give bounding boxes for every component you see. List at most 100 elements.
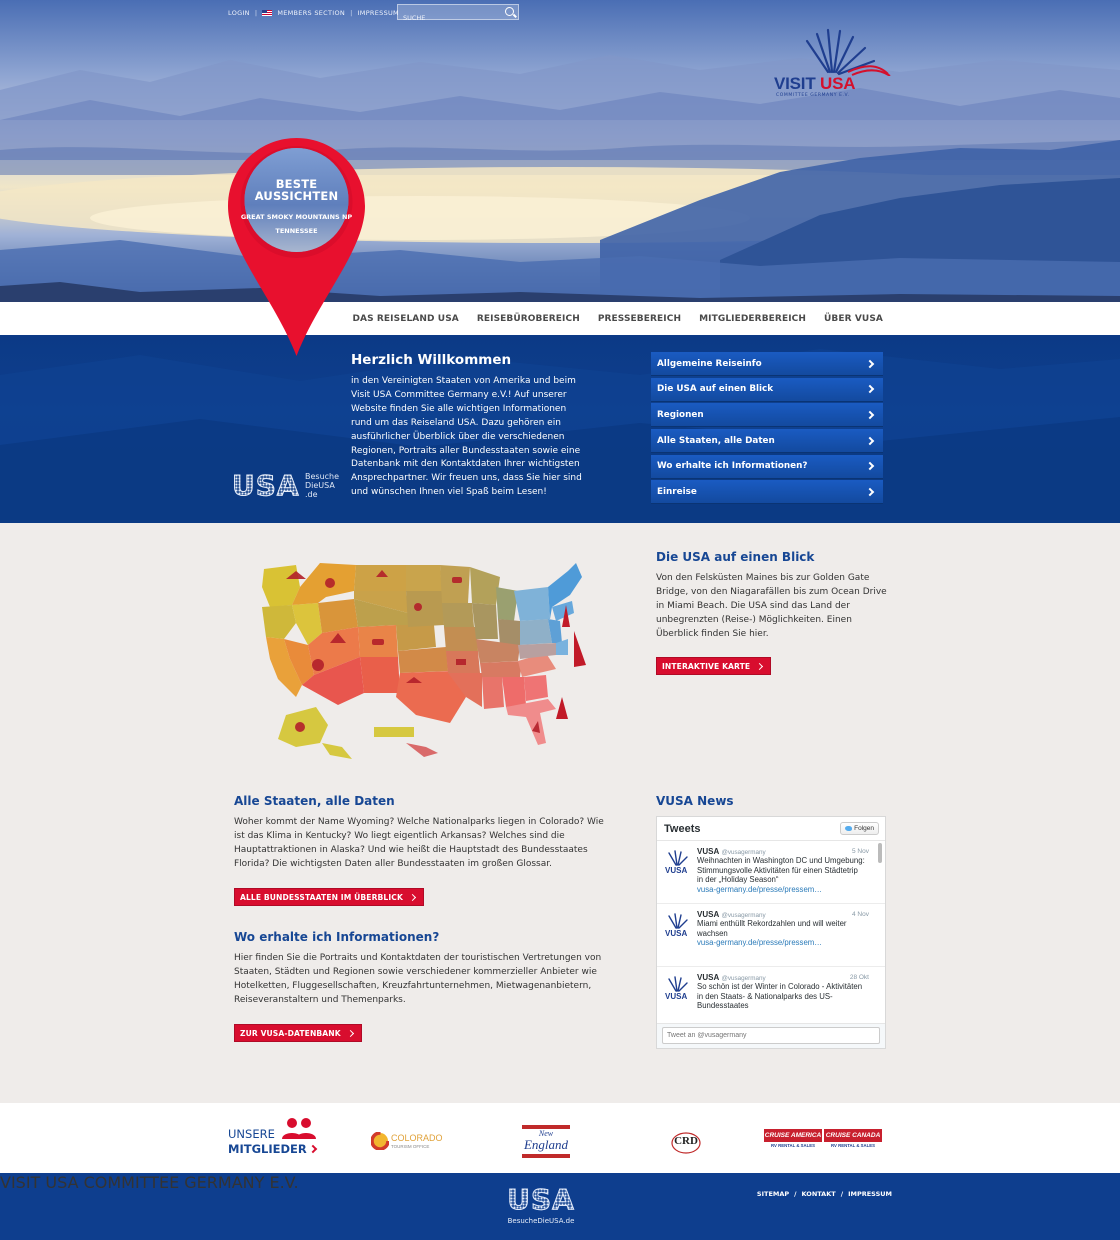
svg-text:VUSA: VUSA xyxy=(665,866,687,875)
main-navigation: DAS REISELAND USA REISEBÜROBEREICH PRESSEB… xyxy=(0,302,1120,335)
nav-item-3[interactable]: MITGLIEDERBEREICH xyxy=(699,314,806,324)
welcome-text: in den Vereinigten Staaten von Amerika u… xyxy=(351,376,582,498)
logo-subtitle: COMMITTEE GERMANY E.V. xyxy=(776,93,850,98)
side-menu: Allgemeine Reiseinfo Die USA auf einen Bl… xyxy=(651,352,883,506)
tweet-date: 4 Nov xyxy=(852,911,869,918)
impressum-top-link[interactable]: IMPRESSUM xyxy=(358,9,399,17)
tweet-item[interactable]: VUSA VUSA @vusagermany 28 Okt So schön ist … xyxy=(657,967,885,1030)
chevron-right-icon xyxy=(865,410,875,420)
tweet-author: VUSA @vusagermany xyxy=(697,910,766,919)
nav-item-2[interactable]: PRESSEBEREICH xyxy=(598,314,681,324)
vusa-avatar-icon: VUSA xyxy=(663,975,691,1001)
crd-logo[interactable]: CRD xyxy=(671,1130,701,1156)
people-icon xyxy=(282,1118,316,1139)
svg-text:VUSA: VUSA xyxy=(665,992,687,1001)
visit-usa-logo[interactable]: VISIT USA COMMITTEE GERMANY E.V. xyxy=(770,28,894,100)
twitter-bird-icon xyxy=(845,826,853,831)
separator: | xyxy=(350,9,353,17)
mountain-landscape-image xyxy=(0,0,1120,302)
svg-text:VUSA: VUSA xyxy=(665,929,687,938)
side-menu-item-label: Die USA auf einen Blick xyxy=(657,384,774,395)
chevron-right-icon xyxy=(308,1144,317,1154)
side-menu-item-4[interactable]: Wo erhalte ich Informationen? xyxy=(651,454,883,479)
news-title: VUSA News xyxy=(656,794,734,808)
chevron-right-icon xyxy=(865,384,875,394)
side-menu-item-0[interactable]: Allgemeine Reiseinfo xyxy=(651,352,883,376)
info-title: Wo erhalte ich Informationen? xyxy=(234,930,440,944)
info-text: Hier finden Sie die Portraits und Kontak… xyxy=(234,953,602,1005)
overview-text: Von den Felsküsten Maines bis zur Golden… xyxy=(656,573,887,639)
footer-link-kontakt[interactable]: KONTAKT xyxy=(802,1190,836,1198)
follow-button[interactable]: Folgen xyxy=(840,822,879,835)
footer-link-impressum[interactable]: IMPRESSUM xyxy=(848,1190,892,1198)
welcome-title: Herzlich Willkommen xyxy=(351,352,512,368)
nav-item-0[interactable]: DAS REISELAND USA xyxy=(352,314,458,324)
search-icon[interactable] xyxy=(505,7,514,16)
tweet-item[interactable]: VUSA VUSA @vusagermany 4 Nov Miami enthüllt… xyxy=(657,904,885,967)
side-menu-item-1[interactable]: Die USA auf einen Blick xyxy=(651,377,883,402)
tweet-list[interactable]: VUSA VUSA @vusagermany 5 Nov Weihnachten in… xyxy=(657,841,885,1030)
discover-new-england-logo[interactable]: New England xyxy=(522,1125,570,1158)
tweet-body: So schön ist der Winter in Colorado - Ak… xyxy=(697,982,863,1010)
all-states-button[interactable]: ALLE BUNDESSTAATEN IM ÜBERBLICK xyxy=(234,888,424,906)
side-menu-item-5[interactable]: Einreise xyxy=(651,480,883,505)
location-pin-icon xyxy=(228,138,365,356)
chevron-right-icon xyxy=(756,662,764,670)
chevron-right-icon xyxy=(865,436,875,445)
states-text: Woher kommt der Name Wyoming? Welche Nat… xyxy=(234,817,604,869)
tweet-item[interactable]: VUSA VUSA @vusagermany 5 Nov Weihnachten in… xyxy=(657,841,885,904)
hero-banner: LOGIN | MEMBERS SECTION | IMPRESSUM VISI… xyxy=(0,0,1120,302)
tweet-link[interactable]: vusa-germany.de/presse/pressem… xyxy=(697,885,875,895)
search-input[interactable] xyxy=(398,11,498,25)
footer-besuche-die-usa-logo[interactable]: USA BesucheDieUSA.de xyxy=(501,1184,581,1231)
tweet-author: VUSA @vusagermany xyxy=(697,847,766,856)
tweet-compose-input[interactable] xyxy=(662,1027,880,1044)
chevron-right-icon xyxy=(346,1029,354,1037)
tweet-link[interactable]: vusa-germany.de/presse/pressem… xyxy=(697,938,875,948)
vusa-avatar-icon: VUSA xyxy=(663,849,691,875)
search-box xyxy=(397,4,519,25)
footer-links: SITEMAP / KONTAKT / IMPRESSUM xyxy=(757,1190,892,1198)
vusa-avatar-icon: VUSA xyxy=(663,912,691,938)
side-menu-item-label: Regionen xyxy=(657,409,704,420)
interactive-map-button[interactable]: INTERAKTIVE KARTE xyxy=(656,657,772,675)
twitter-widget: Tweets Folgen VUSA VUSA @vusagermany 5 Nov… xyxy=(656,816,886,1049)
side-menu-item-label: Allgemeine Reiseinfo xyxy=(657,358,762,369)
separator: / xyxy=(794,1190,797,1198)
separator: / xyxy=(840,1190,844,1198)
chevron-right-icon xyxy=(408,893,416,901)
footer-org-name: VISIT USA COMMITTEE GERMANY E.V. xyxy=(0,1173,299,1192)
nav-item-4[interactable]: ÜBER VUSA xyxy=(824,314,883,324)
side-menu-item-3[interactable]: Alle Staaten, alle Daten xyxy=(651,429,883,454)
tweet-body: Weihnachten in Washington DC und Umgebun… xyxy=(697,856,865,884)
chevron-right-icon xyxy=(865,462,875,471)
side-menu-item-label: Einreise xyxy=(657,486,697,497)
states-title: Alle Staaten, alle Daten xyxy=(234,794,395,808)
top-links: LOGIN | MEMBERS SECTION | IMPRESSUM xyxy=(228,6,399,20)
chevron-right-icon xyxy=(865,359,875,368)
tweet-date: 28 Okt xyxy=(849,974,869,981)
side-menu-item-label: Alle Staaten, alle Daten xyxy=(657,435,775,446)
colorado-tourism-logo[interactable]: COLORADO TOURISM OFFICE xyxy=(371,1131,447,1153)
scrollbar[interactable] xyxy=(878,843,882,863)
side-menu-item-label: Wo erhalte ich Informationen? xyxy=(657,461,808,472)
separator: | xyxy=(254,9,258,17)
vusa-database-button[interactable]: ZUR VUSA-DATENBANK xyxy=(234,1024,362,1042)
logo-wordmark: VISIT USA xyxy=(774,74,856,93)
besuche-die-usa-logo[interactable]: USA Besuche DieUSA .de xyxy=(232,470,352,503)
tweet-author: VUSA @vusagermany xyxy=(697,973,766,982)
overview-title: Die USA auf einen Blick xyxy=(656,550,815,564)
usa-illustrated-map[interactable] xyxy=(256,547,586,762)
twitter-widget-title: Tweets xyxy=(664,823,701,835)
tweet-body: Miami enthüllt Rekordzahlen und will wei… xyxy=(697,919,847,938)
side-menu-item-2[interactable]: Regionen xyxy=(651,403,883,428)
members-section-link[interactable]: MEMBERS SECTION xyxy=(277,9,345,17)
tweet-date: 5 Nov xyxy=(852,848,869,855)
chevron-right-icon xyxy=(865,487,875,497)
nav-item-1[interactable]: REISEBÜROBEREICH xyxy=(477,314,580,324)
liberty-crown-icon xyxy=(805,28,891,77)
cruise-america-canada-logo[interactable]: CRUISE AMERICA CRUISE CANADA RV RENTAL &… xyxy=(764,1129,882,1151)
footer-link-sitemap[interactable]: SITEMAP xyxy=(757,1190,789,1198)
login-link[interactable]: LOGIN xyxy=(228,9,250,17)
colorado-c-icon xyxy=(371,1132,389,1150)
